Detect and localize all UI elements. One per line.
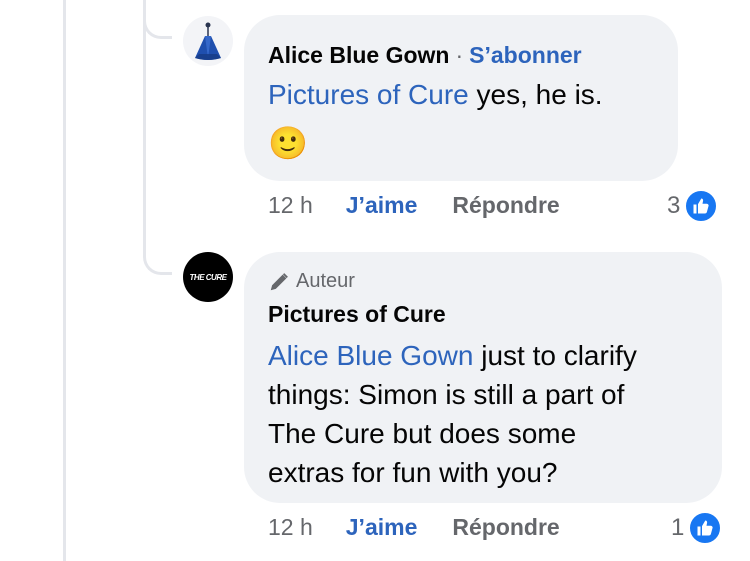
reply-connector-1 <box>143 10 172 39</box>
avatar[interactable] <box>183 16 233 66</box>
comment-text: Alice Blue Gown just to clarify things: … <box>268 336 637 492</box>
comment-bubble: Alice Blue Gown · S’abonner Pictures of … <box>244 15 678 181</box>
pen-icon <box>270 272 288 290</box>
reaction-summary[interactable]: 1 <box>671 511 723 545</box>
comment-meta: 12 h J’aime Répondre <box>268 192 560 219</box>
comment-text-line: The Cure but does some <box>268 418 577 449</box>
reply-button[interactable]: Répondre <box>452 514 559 541</box>
author-badge-label: Auteur <box>296 270 355 292</box>
timestamp[interactable]: 12 h <box>268 192 313 219</box>
comment-text: Pictures of Cure yes, he is. <box>268 75 603 114</box>
reply-button[interactable]: Répondre <box>452 192 559 219</box>
comment-text-line: extras for fun with you? <box>268 457 558 488</box>
comment-text-body: yes, he is. <box>468 79 603 110</box>
thread-line-inner <box>143 0 146 255</box>
avatar[interactable]: THE CURE <box>183 252 233 302</box>
comment-text-line: things: Simon is still a part of <box>268 379 625 410</box>
band-logo: THE CURE <box>189 272 227 282</box>
comment-meta: 12 h J’aime Répondre <box>268 514 560 541</box>
comment-author[interactable]: Pictures of Cure <box>268 301 446 327</box>
thumbs-up-icon <box>684 189 719 223</box>
smile-emoji-icon: 🙂 <box>268 125 308 161</box>
author-badge: Auteur <box>268 270 355 293</box>
comment-bubble: Auteur Pictures of Cure Alice Blue Gown … <box>244 252 722 503</box>
mention-link[interactable]: Alice Blue Gown <box>268 340 473 371</box>
thread-line-outer <box>63 0 66 561</box>
like-button[interactable]: J’aime <box>346 192 418 219</box>
comment-text-line: just to clarify <box>473 340 637 371</box>
reaction-count: 3 <box>667 192 681 219</box>
timestamp[interactable]: 12 h <box>268 514 313 541</box>
mention-link[interactable]: Pictures of Cure <box>268 79 469 110</box>
reaction-summary[interactable]: 3 <box>667 189 719 223</box>
reaction-count: 1 <box>671 514 685 541</box>
reply-connector-2 <box>143 246 172 275</box>
gown-illustration-icon <box>183 16 233 66</box>
like-button[interactable]: J’aime <box>346 514 418 541</box>
follow-link[interactable]: S’abonner <box>469 42 581 69</box>
separator: · <box>455 42 464 68</box>
thumbs-up-icon <box>688 511 723 545</box>
comment-author[interactable]: Alice Blue Gown <box>268 42 449 69</box>
